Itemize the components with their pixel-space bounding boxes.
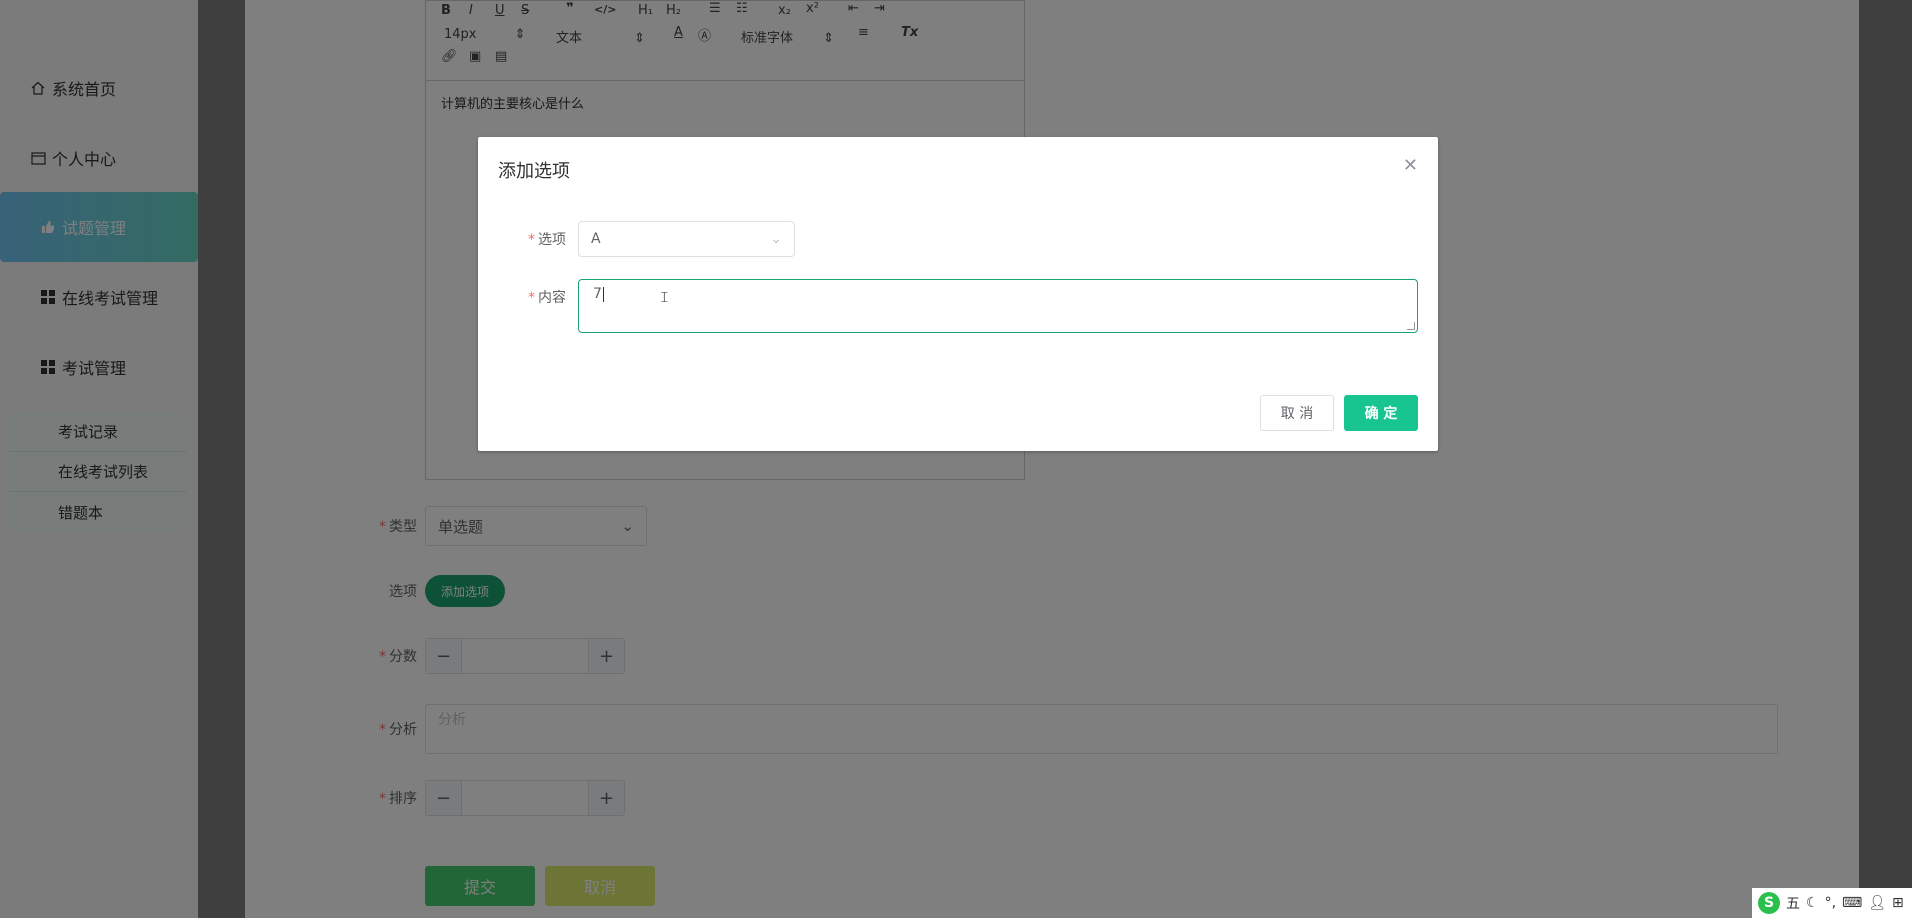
ibeam-cursor-icon: 𝙸 xyxy=(659,288,670,306)
option-label: * 选项 xyxy=(528,232,566,248)
ime-mode-indicator[interactable]: 五 xyxy=(1786,893,1800,913)
moon-icon[interactable]: ☾ xyxy=(1806,895,1819,911)
content-label: * 内容 xyxy=(528,290,566,306)
text-caret xyxy=(602,286,604,302)
option-select[interactable]: A ⌄ xyxy=(578,221,795,257)
apps-icon[interactable]: ⊞ xyxy=(1892,895,1904,911)
chevron-down-icon: ⌄ xyxy=(770,231,782,247)
add-option-dialog: 添加选项 ✕ * 选项 A ⌄ * 内容 7 𝙸 取 消 确 定 xyxy=(478,137,1438,451)
content-row: * 内容 7 𝙸 xyxy=(498,279,1418,333)
punctuation-icon[interactable]: °, xyxy=(1825,895,1836,911)
dialog-confirm-button[interactable]: 确 定 xyxy=(1344,395,1418,431)
dialog-cancel-button[interactable]: 取 消 xyxy=(1260,395,1334,431)
ime-toolbar: S 五 ☾ °, ⌨ 👤︎ ⊞ xyxy=(1752,888,1912,918)
close-icon[interactable]: ✕ xyxy=(1403,155,1418,176)
sogou-logo-icon[interactable]: S xyxy=(1758,892,1780,914)
option-row: * 选项 A ⌄ xyxy=(498,221,795,257)
keyboard-icon[interactable]: ⌨ xyxy=(1842,895,1862,911)
dialog-title: 添加选项 xyxy=(498,161,570,182)
content-textarea[interactable]: 7 𝙸 xyxy=(578,279,1418,333)
resize-handle[interactable] xyxy=(1407,322,1415,330)
user-icon[interactable]: 👤︎ xyxy=(1868,895,1886,911)
